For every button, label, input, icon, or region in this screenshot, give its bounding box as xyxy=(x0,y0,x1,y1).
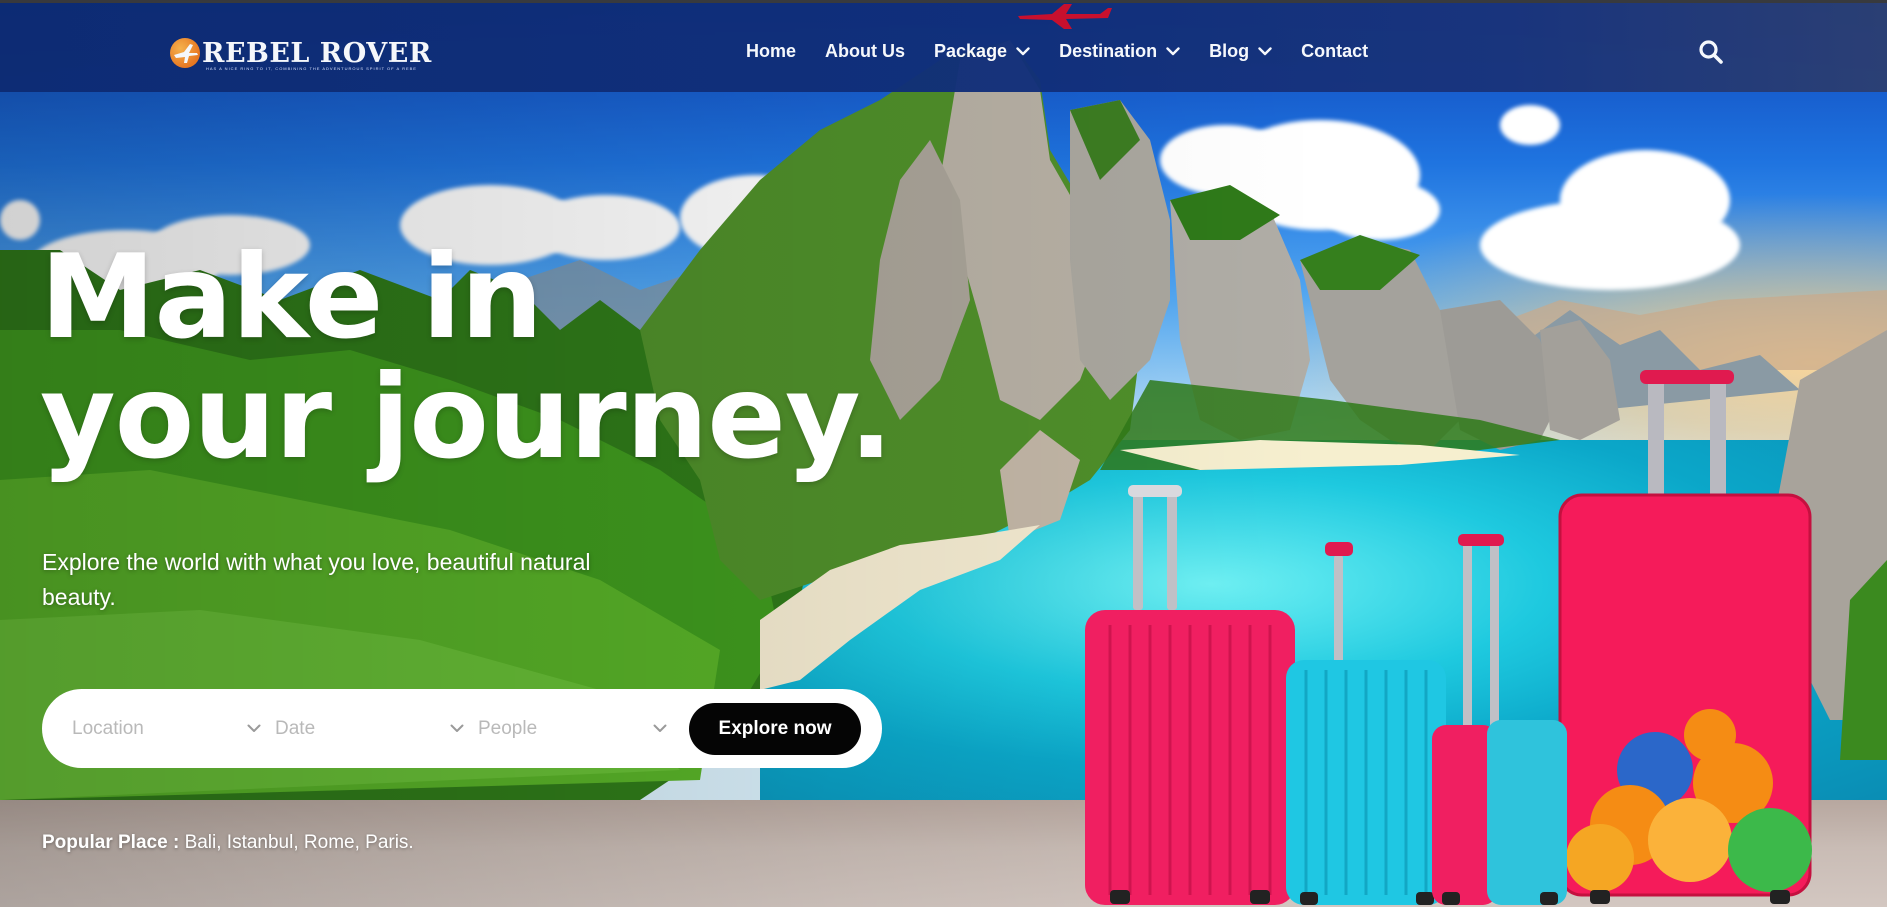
explore-now-button[interactable]: Explore now xyxy=(689,702,861,755)
nav-package[interactable]: Package xyxy=(934,41,1030,62)
chevron-down-icon xyxy=(450,724,464,733)
hero-headline: Make in your journey. xyxy=(40,230,893,485)
chevron-down-icon xyxy=(1258,47,1272,56)
date-placeholder: Date xyxy=(275,717,316,739)
nav-home-label: Home xyxy=(746,41,797,61)
hero-headline-line2: your journey. xyxy=(40,350,893,485)
nav-destination-label: Destination xyxy=(1059,41,1158,61)
popular-places-list: Bali, Istanbul, Rome, Paris. xyxy=(184,832,414,853)
nav-about-us-label: About Us xyxy=(825,41,906,61)
nav-home[interactable]: Home xyxy=(746,41,796,62)
brand-tagline: HAS A NICE RING TO IT, COMBINING THE ADV… xyxy=(206,66,416,71)
brand-logo[interactable]: REBEL ROVER HAS A NICE RING TO IT, COMBI… xyxy=(170,33,432,73)
nav-blog-label: Blog xyxy=(1209,41,1250,61)
nav-about-us[interactable]: About Us xyxy=(825,41,905,62)
main-nav: Home About Us Package Destination Blog C… xyxy=(746,41,1397,62)
popular-places-label: Popular Place : xyxy=(42,832,180,853)
airplane-globe-icon xyxy=(170,38,200,68)
people-placeholder: People xyxy=(478,717,538,739)
chevron-down-icon xyxy=(1016,47,1030,56)
chevron-down-icon xyxy=(653,724,667,733)
airplane-icon xyxy=(1018,4,1112,29)
hero-subtitle: Explore the world with what you love, be… xyxy=(42,549,591,610)
nav-destination[interactable]: Destination xyxy=(1059,41,1180,62)
trip-search-bar: Location Date People Explore now xyxy=(42,689,882,768)
popular-places: Popular Place : Bali, Istanbul, Rome, Pa… xyxy=(42,832,414,854)
top-navigation-bar: REBEL ROVER HAS A NICE RING TO IT, COMBI… xyxy=(0,0,1887,92)
luggage-illustration xyxy=(1085,370,1812,905)
brand-name: REBEL ROVER xyxy=(202,37,432,69)
location-select[interactable]: Location xyxy=(72,718,275,740)
nav-contact[interactable]: Contact xyxy=(1301,41,1368,62)
date-select[interactable]: Date xyxy=(275,718,478,740)
location-placeholder: Location xyxy=(72,717,144,739)
nav-blog[interactable]: Blog xyxy=(1209,41,1272,62)
nav-package-label: Package xyxy=(934,41,1008,61)
people-select[interactable]: People xyxy=(478,718,681,740)
hero-headline-line1: Make in xyxy=(40,230,543,365)
search-icon[interactable] xyxy=(1698,39,1724,65)
chevron-down-icon xyxy=(1166,47,1180,56)
nav-contact-label: Contact xyxy=(1301,41,1369,61)
chevron-down-icon xyxy=(247,724,261,733)
